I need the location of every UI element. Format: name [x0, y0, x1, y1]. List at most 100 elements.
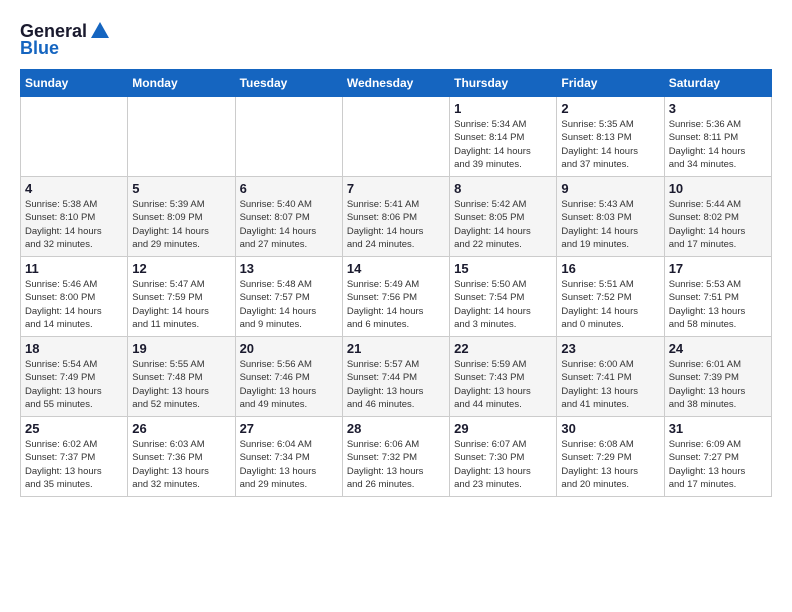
- day-info: Sunrise: 5:46 AM Sunset: 8:00 PM Dayligh…: [25, 278, 123, 331]
- calendar-body: 1Sunrise: 5:34 AM Sunset: 8:14 PM Daylig…: [21, 97, 772, 497]
- day-number: 30: [561, 421, 659, 436]
- calendar-cell: 5 Sunrise: 5:39 AM Sunset: 8:09 PM Daylig…: [128, 177, 235, 257]
- day-number: 12: [132, 261, 230, 276]
- day-number: 8: [454, 181, 552, 196]
- day-number: 31: [669, 421, 767, 436]
- day-info: Sunrise: 6:08 AM Sunset: 7:29 PM Dayligh…: [561, 438, 659, 491]
- calendar-cell: 28 Sunrise: 6:06 AM Sunset: 7:32 PM Dayli…: [342, 417, 449, 497]
- day-info: Sunrise: 6:01 AM Sunset: 7:39 PM Dayligh…: [669, 358, 767, 411]
- day-number: 6: [240, 181, 338, 196]
- calendar-cell: 2Sunrise: 5:35 AM Sunset: 8:13 PM Daylig…: [557, 97, 664, 177]
- day-number: 13: [240, 261, 338, 276]
- week-row-3: 11 Sunrise: 5:46 AM Sunset: 8:00 PM Dayli…: [21, 257, 772, 337]
- day-number: 27: [240, 421, 338, 436]
- day-header-thursday: Thursday: [450, 70, 557, 97]
- day-info: Sunrise: 5:43 AM Sunset: 8:03 PM Dayligh…: [561, 198, 659, 251]
- day-info: Sunrise: 6:09 AM Sunset: 7:27 PM Dayligh…: [669, 438, 767, 491]
- day-info: Sunrise: 6:06 AM Sunset: 7:32 PM Dayligh…: [347, 438, 445, 491]
- day-info: Sunrise: 5:51 AM Sunset: 7:52 PM Dayligh…: [561, 278, 659, 331]
- calendar-cell: 11 Sunrise: 5:46 AM Sunset: 8:00 PM Dayli…: [21, 257, 128, 337]
- day-number: 10: [669, 181, 767, 196]
- day-number: 17: [669, 261, 767, 276]
- day-number: 1: [454, 101, 552, 116]
- day-header-friday: Friday: [557, 70, 664, 97]
- calendar-cell: [342, 97, 449, 177]
- calendar-cell: 25Sunrise: 6:02 AM Sunset: 7:37 PM Dayli…: [21, 417, 128, 497]
- day-header-saturday: Saturday: [664, 70, 771, 97]
- day-number: 28: [347, 421, 445, 436]
- day-info: Sunrise: 5:36 AM Sunset: 8:11 PM Dayligh…: [669, 118, 767, 171]
- logo-blue-text: Blue: [20, 38, 59, 59]
- day-number: 3: [669, 101, 767, 116]
- calendar-cell: 10 Sunrise: 5:44 AM Sunset: 8:02 PM Dayli…: [664, 177, 771, 257]
- calendar-table: SundayMondayTuesdayWednesdayThursdayFrid…: [20, 69, 772, 497]
- day-header-wednesday: Wednesday: [342, 70, 449, 97]
- calendar-cell: 23 Sunrise: 6:00 AM Sunset: 7:41 PM Dayli…: [557, 337, 664, 417]
- calendar-cell: 31 Sunrise: 6:09 AM Sunset: 7:27 PM Dayli…: [664, 417, 771, 497]
- calendar-cell: 17 Sunrise: 5:53 AM Sunset: 7:51 PM Dayli…: [664, 257, 771, 337]
- calendar-cell: 13 Sunrise: 5:48 AM Sunset: 7:57 PM Dayli…: [235, 257, 342, 337]
- day-info: Sunrise: 5:59 AM Sunset: 7:43 PM Dayligh…: [454, 358, 552, 411]
- calendar-cell: 21 Sunrise: 5:57 AM Sunset: 7:44 PM Dayli…: [342, 337, 449, 417]
- day-header-monday: Monday: [128, 70, 235, 97]
- calendar-cell: 27 Sunrise: 6:04 AM Sunset: 7:34 PM Dayli…: [235, 417, 342, 497]
- calendar-cell: 9 Sunrise: 5:43 AM Sunset: 8:03 PM Daylig…: [557, 177, 664, 257]
- day-number: 26: [132, 421, 230, 436]
- day-number: 18: [25, 341, 123, 356]
- day-info: Sunrise: 5:53 AM Sunset: 7:51 PM Dayligh…: [669, 278, 767, 331]
- logo: General Blue: [20, 20, 111, 59]
- calendar-cell: 19 Sunrise: 5:55 AM Sunset: 7:48 PM Dayli…: [128, 337, 235, 417]
- day-info: Sunrise: 6:00 AM Sunset: 7:41 PM Dayligh…: [561, 358, 659, 411]
- day-number: 7: [347, 181, 445, 196]
- day-info: Sunrise: 5:40 AM Sunset: 8:07 PM Dayligh…: [240, 198, 338, 251]
- calendar-cell: [235, 97, 342, 177]
- calendar-cell: 30 Sunrise: 6:08 AM Sunset: 7:29 PM Dayli…: [557, 417, 664, 497]
- day-number: 11: [25, 261, 123, 276]
- day-info: Sunrise: 6:03 AM Sunset: 7:36 PM Dayligh…: [132, 438, 230, 491]
- day-header-tuesday: Tuesday: [235, 70, 342, 97]
- day-number: 5: [132, 181, 230, 196]
- day-info: Sunrise: 5:48 AM Sunset: 7:57 PM Dayligh…: [240, 278, 338, 331]
- day-info: Sunrise: 6:07 AM Sunset: 7:30 PM Dayligh…: [454, 438, 552, 491]
- calendar-cell: 26 Sunrise: 6:03 AM Sunset: 7:36 PM Dayli…: [128, 417, 235, 497]
- day-number: 22: [454, 341, 552, 356]
- day-info: Sunrise: 5:57 AM Sunset: 7:44 PM Dayligh…: [347, 358, 445, 411]
- day-info: Sunrise: 5:44 AM Sunset: 8:02 PM Dayligh…: [669, 198, 767, 251]
- day-number: 16: [561, 261, 659, 276]
- day-info: Sunrise: 5:54 AM Sunset: 7:49 PM Dayligh…: [25, 358, 123, 411]
- day-info: Sunrise: 5:49 AM Sunset: 7:56 PM Dayligh…: [347, 278, 445, 331]
- week-row-2: 4 Sunrise: 5:38 AM Sunset: 8:10 PM Daylig…: [21, 177, 772, 257]
- logo-icon: [89, 20, 111, 42]
- day-number: 23: [561, 341, 659, 356]
- calendar-cell: 12 Sunrise: 5:47 AM Sunset: 7:59 PM Dayli…: [128, 257, 235, 337]
- calendar-cell: [128, 97, 235, 177]
- day-info: Sunrise: 6:04 AM Sunset: 7:34 PM Dayligh…: [240, 438, 338, 491]
- day-info: Sunrise: 5:39 AM Sunset: 8:09 PM Dayligh…: [132, 198, 230, 251]
- day-info: Sunrise: 5:35 AM Sunset: 8:13 PM Dayligh…: [561, 118, 659, 171]
- day-number: 25: [25, 421, 123, 436]
- calendar-cell: 6 Sunrise: 5:40 AM Sunset: 8:07 PM Daylig…: [235, 177, 342, 257]
- day-number: 29: [454, 421, 552, 436]
- day-header-sunday: Sunday: [21, 70, 128, 97]
- day-info: Sunrise: 5:50 AM Sunset: 7:54 PM Dayligh…: [454, 278, 552, 331]
- day-number: 20: [240, 341, 338, 356]
- day-info: Sunrise: 5:47 AM Sunset: 7:59 PM Dayligh…: [132, 278, 230, 331]
- day-info: Sunrise: 5:41 AM Sunset: 8:06 PM Dayligh…: [347, 198, 445, 251]
- page-header: General Blue: [20, 20, 772, 59]
- day-info: Sunrise: 5:55 AM Sunset: 7:48 PM Dayligh…: [132, 358, 230, 411]
- calendar-cell: 1Sunrise: 5:34 AM Sunset: 8:14 PM Daylig…: [450, 97, 557, 177]
- calendar-cell: 7 Sunrise: 5:41 AM Sunset: 8:06 PM Daylig…: [342, 177, 449, 257]
- day-number: 19: [132, 341, 230, 356]
- day-number: 14: [347, 261, 445, 276]
- day-number: 4: [25, 181, 123, 196]
- calendar-cell: 29 Sunrise: 6:07 AM Sunset: 7:30 PM Dayli…: [450, 417, 557, 497]
- day-number: 21: [347, 341, 445, 356]
- calendar-cell: [21, 97, 128, 177]
- calendar-cell: 3 Sunrise: 5:36 AM Sunset: 8:11 PM Daylig…: [664, 97, 771, 177]
- day-number: 9: [561, 181, 659, 196]
- calendar-cell: 8Sunrise: 5:42 AM Sunset: 8:05 PM Daylig…: [450, 177, 557, 257]
- week-row-5: 25Sunrise: 6:02 AM Sunset: 7:37 PM Dayli…: [21, 417, 772, 497]
- calendar-cell: 22 Sunrise: 5:59 AM Sunset: 7:43 PM Dayli…: [450, 337, 557, 417]
- week-row-1: 1Sunrise: 5:34 AM Sunset: 8:14 PM Daylig…: [21, 97, 772, 177]
- day-info: Sunrise: 5:38 AM Sunset: 8:10 PM Dayligh…: [25, 198, 123, 251]
